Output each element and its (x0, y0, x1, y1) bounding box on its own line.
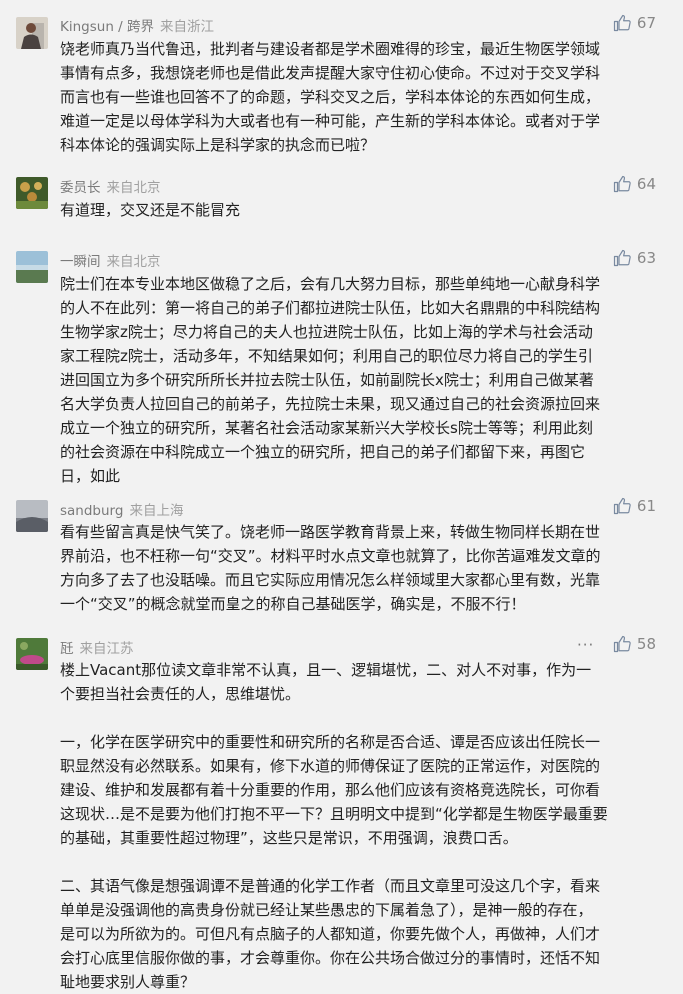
thumbs-up-icon (613, 249, 631, 267)
like-button[interactable]: 64 (613, 175, 656, 193)
avatar[interactable] (16, 17, 48, 49)
comment-meta: 委员长 来自北京 (60, 176, 161, 196)
avatar[interactable] (16, 500, 48, 532)
more-options-icon[interactable]: ··· (577, 636, 594, 654)
comment-text: 看有些留言真是快气笑了。饶老师一路医学教育背景上来，转做生物同样长期在世 界前沿… (60, 523, 601, 613)
location: 来自浙江 (160, 19, 215, 35)
username[interactable]: 委员长 (60, 180, 101, 196)
like-count: 67 (636, 14, 656, 32)
comment-text: 饶老师真乃当代鲁迅，批判者与建设者都是学术圈难得的珍宝，最近生物医学领域 事情有… (60, 40, 601, 154)
thumbs-up-icon (613, 635, 631, 653)
avatar[interactable] (16, 638, 48, 670)
comment-meta: Kingsun / 跨界 来自浙江 (60, 15, 214, 35)
comment-text: 院士们在本专业本地区做稳了之后，会有几大努力目标，那些单纯地一心献身科学 的人不… (60, 275, 601, 485)
like-button[interactable]: 67 (613, 14, 656, 32)
like-count: 58 (636, 635, 656, 653)
comment-meta: 瓩来自江苏 (60, 637, 134, 657)
location: 来自北京 (106, 254, 161, 270)
location: 来自北京 (106, 180, 161, 196)
location: 来自上海 (129, 503, 184, 519)
comment-meta: 一瞬间 来自北京 (60, 250, 161, 270)
comment-meta: sandburg 来自上海 (60, 499, 183, 519)
thumbs-up-icon (613, 497, 631, 515)
avatar[interactable] (16, 177, 48, 209)
thumbs-up-icon (613, 14, 631, 32)
comment-text: 楼上Vacant那位读文章非常不认真，且一、逻辑堪忧，二、对人不对事，作为一 个… (60, 661, 608, 991)
username[interactable]: sandburg (60, 503, 123, 519)
username[interactable]: 瓩 (60, 641, 74, 657)
like-count: 61 (636, 497, 656, 515)
username[interactable]: Kingsun / 跨界 (60, 19, 154, 35)
like-button[interactable]: 58 (613, 635, 656, 653)
like-button[interactable]: 61 (613, 497, 656, 515)
location: 来自江苏 (79, 641, 134, 657)
like-count: 64 (636, 175, 656, 193)
like-button[interactable]: 63 (613, 249, 656, 267)
like-count: 63 (636, 249, 656, 267)
avatar[interactable] (16, 251, 48, 283)
comment-text: 有道理，交叉还是不能冒充 (60, 201, 241, 219)
username[interactable]: 一瞬间 (60, 254, 101, 270)
thumbs-up-icon (613, 175, 631, 193)
